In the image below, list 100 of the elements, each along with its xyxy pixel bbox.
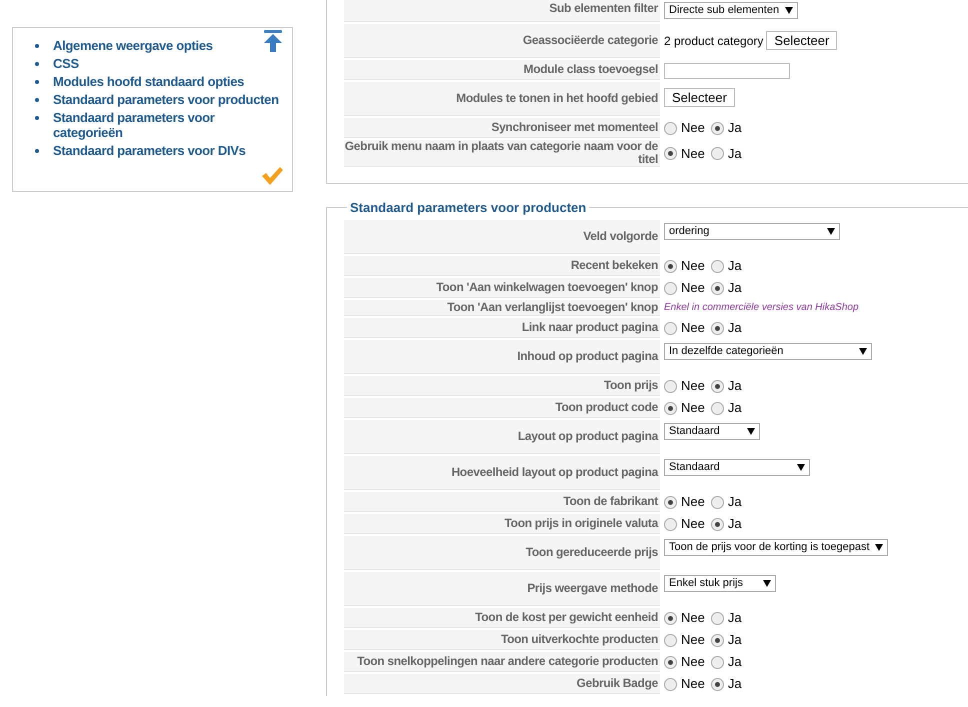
field-label: Inhoud op product pagina: [517, 350, 658, 363]
field-label: Toon gereduceerde prijs: [526, 546, 658, 559]
radio-button[interactable]: [664, 322, 677, 334]
radio-button[interactable]: [710, 634, 724, 646]
radio-label: Nee: [681, 654, 705, 670]
field-label: Toon uitverkochte producten: [500, 633, 658, 646]
radio-label: Ja: [728, 320, 742, 336]
radio-button[interactable]: [710, 496, 724, 508]
note-text: Enkel in commerciële versies van HikaShop: [664, 302, 859, 314]
field-label: Geassociëerde categorie: [522, 34, 658, 47]
radio-label: Ja: [728, 280, 742, 296]
dropdown-caret-icon: [797, 464, 805, 471]
bullet-icon: [35, 149, 39, 153]
dropdown-caret-icon: [859, 348, 867, 355]
input-field[interactable]: [664, 63, 790, 79]
sidebar-link[interactable]: Modules hoofd standaard opties: [53, 74, 244, 89]
radio-button[interactable]: [710, 612, 724, 624]
field-label: Toon product code: [555, 401, 658, 414]
radio-label: Ja: [728, 378, 742, 394]
radio-button[interactable]: [710, 122, 724, 134]
radio-button[interactable]: [710, 260, 724, 272]
field-label: Veld volgorde: [583, 230, 658, 243]
dropdown[interactable]: Directe sub elementen: [664, 2, 798, 19]
radio-label: Nee: [681, 516, 705, 532]
radio-button[interactable]: [664, 147, 677, 160]
dropdown-caret-icon: [827, 228, 835, 235]
sidebar-link[interactable]: Standaard parameters voor categorieën: [53, 110, 285, 140]
radio-button[interactable]: [710, 282, 724, 294]
radio-label: Nee: [681, 494, 705, 510]
dropdown-value: Directe sub elementen: [669, 4, 780, 17]
radio-button[interactable]: [664, 496, 677, 508]
radio-label: Ja: [728, 494, 742, 510]
radio-button[interactable]: [664, 380, 677, 392]
radio-button[interactable]: [664, 122, 677, 134]
dropdown[interactable]: Toon de prijs voor de korting is toegepast: [664, 539, 888, 556]
arrow-up-icon[interactable]: [262, 29, 284, 53]
radio-label: Ja: [728, 258, 742, 274]
field-label: Gebruik Badge: [576, 677, 658, 690]
dropdown[interactable]: Standaard: [664, 459, 810, 476]
radio-label: Ja: [728, 516, 742, 532]
dropdown-caret-icon: [785, 7, 793, 14]
dropdown[interactable]: In dezelfde categorieën: [664, 343, 872, 360]
radio-button[interactable]: [710, 402, 724, 414]
radio-label: Nee: [681, 146, 705, 162]
radio-button[interactable]: [664, 656, 677, 668]
sidebar-link[interactable]: Standaard parameters voor producten: [53, 92, 279, 107]
field-label: Toon snelkoppelingen naar andere categorie producten: [357, 655, 658, 668]
radio-button[interactable]: [664, 402, 677, 414]
field-label: Toon prijs: [604, 379, 658, 392]
radio-button[interactable]: [664, 518, 677, 530]
sidebar-link[interactable]: CSS: [53, 56, 79, 71]
section-title: Standaard parameters voor producten: [349, 200, 588, 215]
field-label: Gebruik menu naam in plaats van categorie naam voor de titel: [344, 140, 658, 166]
radio-button[interactable]: [664, 612, 677, 624]
sidebar-link[interactable]: Algemene weergave opties: [53, 38, 213, 53]
dropdown[interactable]: Enkel stuk prijs: [664, 575, 776, 592]
field-label: Synchroniseer met momenteel: [491, 121, 658, 134]
radio-button[interactable]: [664, 260, 677, 272]
radio-label: Nee: [681, 676, 705, 692]
radio-label: Nee: [681, 280, 705, 296]
radio-label: Nee: [681, 400, 705, 416]
select-button[interactable]: Selecteer: [664, 88, 735, 107]
radio-label: Nee: [681, 632, 705, 648]
field-label: Link naar product pagina: [522, 321, 658, 334]
radio-label: Nee: [681, 120, 705, 136]
dropdown[interactable]: Standaard: [664, 423, 760, 440]
radio-label: Ja: [728, 120, 742, 136]
radio-button[interactable]: [710, 656, 724, 668]
radio-button[interactable]: [710, 380, 724, 392]
bullet-icon: [35, 44, 39, 48]
radio-label: Nee: [681, 320, 705, 336]
bullet-icon: [35, 98, 39, 102]
field-label: Module class toevoegsel: [524, 63, 658, 76]
radio-label: Ja: [728, 610, 742, 626]
dropdown-caret-icon: [747, 428, 755, 435]
dropdown-caret-icon: [875, 544, 883, 551]
dropdown-caret-icon: [763, 580, 771, 587]
sidebar-link[interactable]: Standaard parameters voor DIVs: [53, 143, 246, 158]
radio-button[interactable]: [664, 678, 677, 690]
radio-label: Ja: [728, 676, 742, 692]
radio-button[interactable]: [710, 147, 724, 160]
dropdown-value: In dezelfde categorieën: [669, 345, 784, 358]
radio-label: Nee: [681, 610, 705, 626]
field-label: Modules te tonen in het hoofd gebied: [456, 92, 658, 105]
radio-button[interactable]: [664, 282, 677, 294]
radio-label: Ja: [728, 654, 742, 670]
radio-button[interactable]: [710, 322, 724, 334]
dropdown[interactable]: ordering: [664, 223, 840, 240]
radio-label: Nee: [681, 378, 705, 394]
field-label: Toon 'Aan winkelwagen toevoegen' knop: [436, 281, 658, 294]
field-label: Toon de kost per gewicht eenheid: [475, 611, 658, 624]
field-label: Prijs weergave methode: [527, 582, 658, 595]
select-button[interactable]: Selecteer: [766, 31, 838, 50]
radio-button[interactable]: [710, 678, 724, 690]
field-label: Recent bekeken: [570, 259, 658, 272]
radio-label: Nee: [681, 258, 705, 274]
radio-button[interactable]: [710, 518, 724, 530]
radio-button[interactable]: [664, 634, 677, 646]
category-value: 2 product category: [664, 34, 764, 48]
field-label: Layout op product pagina: [518, 430, 658, 443]
